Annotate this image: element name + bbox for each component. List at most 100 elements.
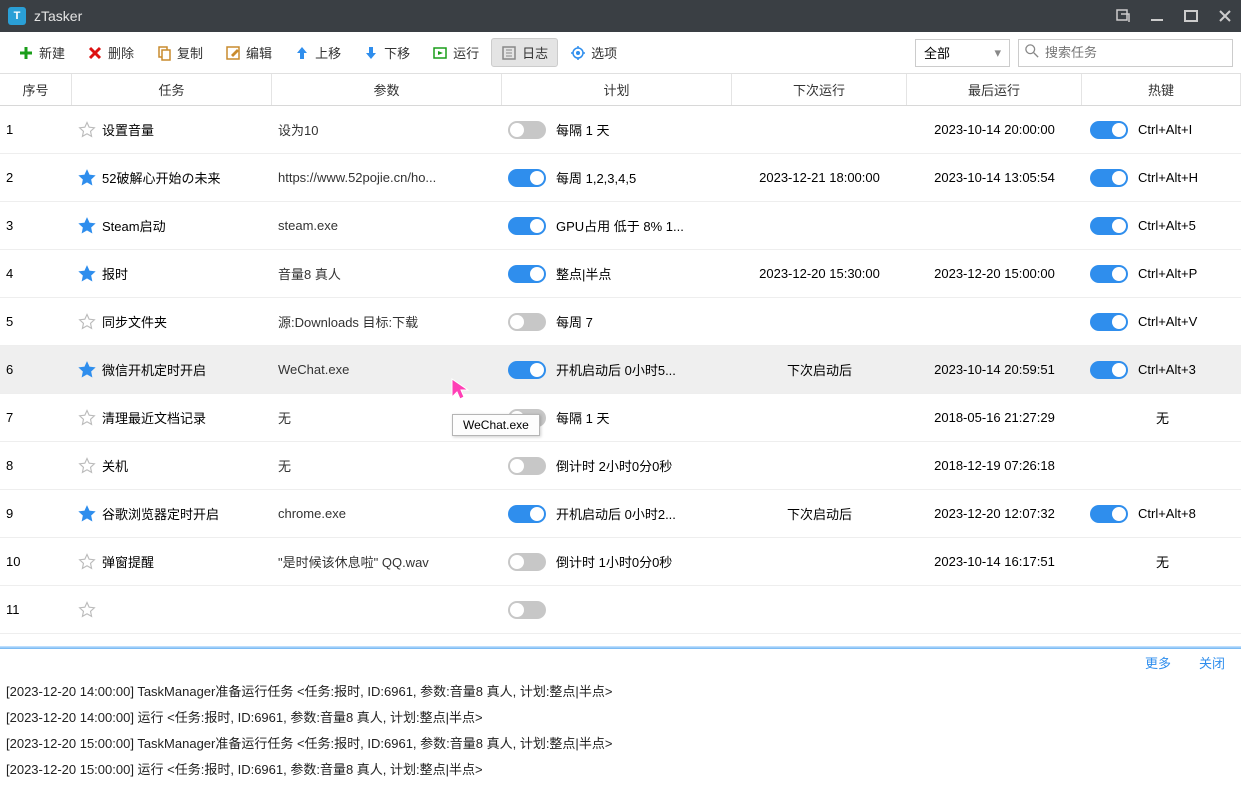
table-row[interactable]: 10 弹窗提醒 "是时候该休息啦" QQ.wav 倒计时 1小时0分0秒 202… — [0, 538, 1241, 586]
col-task[interactable]: 任务 — [72, 74, 272, 105]
filter-select[interactable]: 全部 ▾ — [915, 39, 1010, 67]
copy-button[interactable]: 复制 — [146, 38, 213, 67]
moveup-label: 上移 — [315, 43, 341, 62]
run-button[interactable]: 运行 — [422, 38, 489, 67]
star-icon[interactable] — [78, 553, 96, 571]
star-icon[interactable] — [78, 217, 96, 235]
table-row[interactable]: 9 谷歌浏览器定时开启 chrome.exe 开机启动后 0小时2... 下次启… — [0, 490, 1241, 538]
col-next[interactable]: 下次运行 — [732, 74, 907, 105]
star-icon[interactable] — [78, 169, 96, 187]
task-name: 微信开机定时开启 — [102, 360, 206, 379]
star-icon[interactable] — [78, 409, 96, 427]
cell-param: steam.exe — [272, 218, 502, 233]
task-name: 设置音量 — [102, 120, 154, 139]
table-row[interactable]: 6 微信开机定时开启 WeChat.exe 开机启动后 0小时5... 下次启动… — [0, 346, 1241, 394]
log-more-link[interactable]: 更多 — [1145, 653, 1171, 672]
col-param[interactable]: 参数 — [272, 74, 502, 105]
app-logo: T — [8, 7, 26, 25]
plan-text: 开机启动后 0小时2... — [556, 504, 676, 523]
plus-icon — [18, 45, 34, 61]
enable-toggle[interactable] — [508, 265, 546, 283]
table-row[interactable]: 3 Steam启动 steam.exe GPU占用 低于 8% 1... Ctr… — [0, 202, 1241, 250]
cell-last: 2023-12-20 12:07:32 — [907, 506, 1082, 521]
enable-toggle[interactable] — [508, 553, 546, 571]
cell-hotkey: Ctrl+Alt+I — [1082, 121, 1241, 139]
table-row[interactable]: 2 52破解心开始の未来 https://www.52pojie.cn/ho..… — [0, 154, 1241, 202]
cell-param: 音量8 真人 — [272, 264, 502, 283]
log-icon — [501, 45, 517, 61]
hotkey-toggle[interactable] — [1090, 121, 1128, 139]
cell-plan: 倒计时 1小时0分0秒 — [502, 552, 732, 571]
hotkey-toggle[interactable] — [1090, 313, 1128, 331]
table-row[interactable]: 1 设置音量 设为10 每隔 1 天 2023-10-14 20:00:00 C… — [0, 106, 1241, 154]
enable-toggle[interactable] — [508, 169, 546, 187]
search-input[interactable] — [1045, 45, 1226, 60]
table-row[interactable]: 4 报时 音量8 真人 整点|半点 2023-12-20 15:30:00 20… — [0, 250, 1241, 298]
star-icon[interactable] — [78, 457, 96, 475]
window-popout-icon[interactable] — [1115, 8, 1131, 24]
table-row[interactable]: 8 关机 无 倒计时 2小时0分0秒 2018-12-19 07:26:18 — [0, 442, 1241, 490]
delete-button[interactable]: 删除 — [77, 38, 144, 67]
hotkey-toggle[interactable] — [1090, 265, 1128, 283]
cell-index: 5 — [0, 314, 72, 329]
movedown-label: 下移 — [384, 43, 410, 62]
log-button[interactable]: 日志 — [491, 38, 558, 67]
star-icon[interactable] — [78, 361, 96, 379]
window-close-icon[interactable] — [1217, 8, 1233, 24]
window-minimize-icon[interactable] — [1149, 8, 1165, 24]
log-toolbar: 更多 关闭 — [0, 649, 1241, 675]
enable-toggle[interactable] — [508, 217, 546, 235]
cell-last: 2023-10-14 16:17:51 — [907, 554, 1082, 569]
task-list: 1 设置音量 设为10 每隔 1 天 2023-10-14 20:00:00 C… — [0, 106, 1241, 646]
hotkey-text: Ctrl+Alt+V — [1138, 314, 1197, 329]
cell-index: 2 — [0, 170, 72, 185]
edit-button[interactable]: 编辑 — [215, 38, 282, 67]
window-maximize-icon[interactable] — [1183, 8, 1199, 24]
col-hotkey[interactable]: 热键 — [1082, 74, 1241, 105]
enable-toggle[interactable] — [508, 313, 546, 331]
star-icon[interactable] — [78, 505, 96, 523]
hotkey-toggle[interactable] — [1090, 505, 1128, 523]
log-close-link[interactable]: 关闭 — [1199, 653, 1225, 672]
new-button[interactable]: 新建 — [8, 38, 75, 67]
options-button[interactable]: 选项 — [560, 38, 627, 67]
col-index[interactable]: 序号 — [0, 74, 72, 105]
enable-toggle[interactable] — [508, 361, 546, 379]
table-row[interactable]: 7 清理最近文档记录 无 每隔 1 天 2018-05-16 21:27:29 … — [0, 394, 1241, 442]
cell-task: Steam启动 — [72, 216, 272, 235]
movedown-button[interactable]: 下移 — [353, 38, 420, 67]
enable-toggle[interactable] — [508, 505, 546, 523]
cell-plan: 整点|半点 — [502, 264, 732, 283]
col-last[interactable]: 最后运行 — [907, 74, 1082, 105]
hotkey-toggle[interactable] — [1090, 169, 1128, 187]
hotkey-toggle[interactable] — [1090, 361, 1128, 379]
enable-toggle[interactable] — [508, 121, 546, 139]
tooltip: WeChat.exe — [452, 414, 540, 436]
plan-text: 每隔 1 天 — [556, 408, 609, 427]
enable-toggle[interactable] — [508, 601, 546, 619]
moveup-button[interactable]: 上移 — [284, 38, 351, 67]
cell-plan: 倒计时 2小时0分0秒 — [502, 456, 732, 475]
cell-task: 关机 — [72, 456, 272, 475]
star-icon[interactable] — [78, 265, 96, 283]
window-title: zTasker — [34, 8, 1115, 24]
hotkey-toggle[interactable] — [1090, 217, 1128, 235]
cell-index: 10 — [0, 554, 72, 569]
x-icon — [87, 45, 103, 61]
star-icon[interactable] — [78, 313, 96, 331]
col-plan[interactable]: 计划 — [502, 74, 732, 105]
run-icon — [432, 45, 448, 61]
star-icon[interactable] — [78, 601, 96, 619]
table-row[interactable]: 5 同步文件夹 源:Downloads 目标:下载 每周 7 Ctrl+Alt+… — [0, 298, 1241, 346]
star-icon[interactable] — [78, 121, 96, 139]
cell-task: 谷歌浏览器定时开启 — [72, 504, 272, 523]
enable-toggle[interactable] — [508, 457, 546, 475]
table-row[interactable]: 11 — [0, 586, 1241, 634]
cell-hotkey: 无 — [1082, 408, 1241, 427]
cell-param: 源:Downloads 目标:下载 — [272, 312, 502, 331]
cell-next: 2023-12-21 18:00:00 — [732, 170, 907, 185]
cell-hotkey: Ctrl+Alt+5 — [1082, 217, 1241, 235]
hotkey-text: Ctrl+Alt+I — [1138, 122, 1192, 137]
search-box[interactable] — [1018, 39, 1233, 67]
cell-plan: 开机启动后 0小时2... — [502, 504, 732, 523]
